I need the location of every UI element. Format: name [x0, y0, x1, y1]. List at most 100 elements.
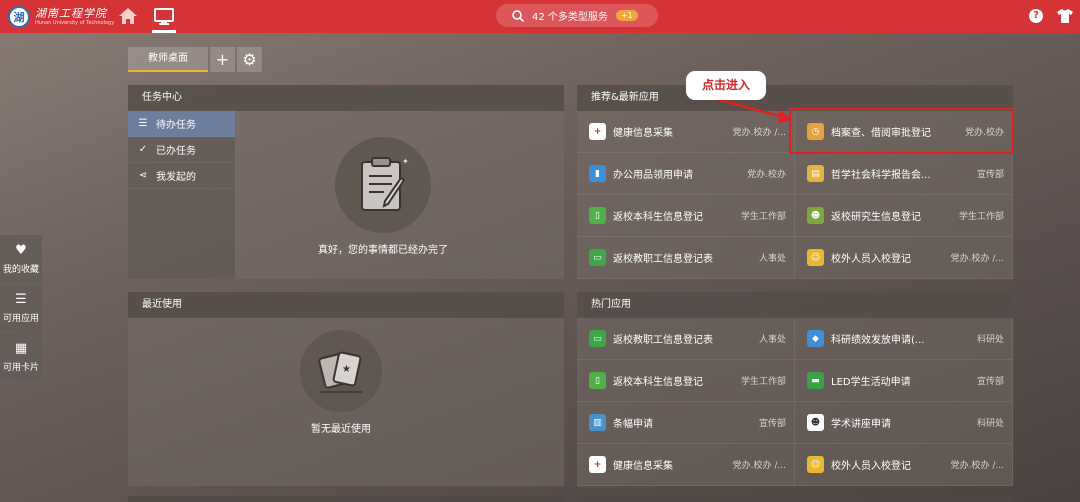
app-name: LED学生活动申请 [831, 377, 911, 388]
app-name: 返校研究生信息登记 [831, 212, 921, 223]
logo-title: 湖南工程学院 [35, 6, 107, 20]
app-tile[interactable]: ▯ 返校本科生信息登记 学生工作部 [577, 360, 795, 402]
app-tile[interactable]: ▤ 哲学社会科学报告会... 宣传部 [795, 153, 1013, 195]
app-department: 科研处 [976, 335, 1004, 345]
app-department: 科研处 [976, 419, 1004, 429]
recent-use-title: 最近使用 [128, 292, 564, 318]
side-item-label: 可用卡片 [2, 363, 39, 373]
app-icon: ▯ [589, 372, 606, 389]
app-tile[interactable]: ▯ 返校本科生信息登记 学生工作部 [577, 195, 795, 237]
task-menu-label: 已办任务 [156, 146, 196, 157]
logo-subtitle: Hunan University of Technology [35, 19, 115, 26]
recent-empty-text: 暂无最近使用 [311, 424, 371, 435]
app-department: 宣传部 [758, 419, 786, 429]
app-icon: ◆ [807, 330, 824, 347]
heart-icon: ♥ [15, 243, 27, 258]
home-icon[interactable] [118, 6, 138, 26]
new-service-badge: +1 [615, 10, 638, 21]
app-name: 办公用品领用申请 [613, 170, 693, 181]
highlight-box [789, 108, 1014, 154]
app-name: 返校教职工信息登记表 [613, 335, 713, 346]
app-tile[interactable]: ◆ 科研绩效发放申请(... 科研处 [795, 318, 1013, 360]
side-quick-menu: ♥ 我的收藏 ☰ 可用应用 ▦ 可用卡片 [0, 235, 42, 382]
app-department: 宣传部 [976, 377, 1004, 387]
hot-apps-panel: 热门应用 ▭ 返校教职工信息登记表 人事处 ◆ 科研绩效发放申请(... 科研处 ▯ 返校本科… [577, 292, 1013, 486]
share-icon: ⋖ [138, 170, 148, 181]
recent-empty-state: ★ 暂无最近使用 [300, 330, 382, 435]
side-item-label: 我的收藏 [2, 265, 39, 275]
add-tab-button[interactable]: + [210, 47, 235, 72]
app-name: 返校本科生信息登记 [613, 377, 703, 388]
next-panel-edge [577, 496, 1013, 502]
check-icon: ✓ [138, 144, 148, 155]
app-tile[interactable]: ☺ 校外人员入校登记 党办.校办 /... [795, 444, 1013, 486]
app-tile[interactable]: ☻ 学术讲座申请 科研处 [795, 402, 1013, 444]
side-available-apps[interactable]: ☰ 可用应用 [0, 284, 42, 332]
app-department: 人事处 [758, 254, 786, 264]
app-name: 校外人员入校登记 [831, 254, 911, 265]
app-icon: ☺ [807, 456, 824, 473]
app-name: 哲学社会科学报告会... [831, 170, 931, 181]
clipboard-icon: ✦ [335, 137, 431, 233]
svg-text:★: ★ [342, 364, 351, 375]
app-tile[interactable]: ▭ 返校教职工信息登记表 人事处 [577, 318, 795, 360]
app-icon: ▥ [589, 414, 606, 431]
app-department: 学生工作部 [740, 377, 786, 387]
desktop-tabs: 教师桌面 + ⚙ [128, 47, 262, 72]
task-menu-label: 我发起的 [156, 172, 196, 183]
app-icon: ☺ [807, 249, 824, 266]
school-logo[interactable]: 湖 湖南工程学院 Hunan University of Technology [8, 5, 115, 28]
app-icon: + [589, 123, 606, 140]
desktop-icon[interactable] [150, 0, 178, 33]
app-department: 党办.校办 /... [950, 254, 1004, 264]
app-icon: ☻ [807, 207, 824, 224]
help-icon[interactable]: ? [1029, 9, 1043, 23]
app-tile[interactable]: ▮ 办公用品领用申请 党办.校办 [577, 153, 795, 195]
app-tile[interactable]: ☺ 校外人员入校登记 党办.校办 /... [795, 237, 1013, 279]
side-favorites[interactable]: ♥ 我的收藏 [0, 235, 42, 283]
app-name: 返校教职工信息登记表 [613, 254, 713, 265]
app-name: 校外人员入校登记 [831, 461, 911, 472]
task-center-title: 任务中心 [128, 85, 564, 111]
task-menu-initiated[interactable]: ⋖ 我发起的 [128, 163, 235, 189]
tab-teacher-desktop[interactable]: 教师桌面 [128, 47, 208, 72]
next-panel-edge [128, 496, 564, 502]
task-menu: ☰ 待办任务 ✓ 已办任务 ⋖ 我发起的 [128, 111, 235, 279]
cards-icon: ★ [300, 330, 382, 412]
app-icon: + [589, 456, 606, 473]
theme-shirt-icon[interactable] [1056, 8, 1074, 24]
side-available-cards[interactable]: ▦ 可用卡片 [0, 333, 42, 381]
app-tile[interactable]: ▥ 条幅申请 宣传部 [577, 402, 795, 444]
list-icon: ☰ [138, 118, 148, 129]
app-name: 条幅申请 [613, 419, 653, 430]
grid-icon: ▦ [14, 341, 28, 356]
app-icon: ☻ [807, 414, 824, 431]
task-menu-pending[interactable]: ☰ 待办任务 [128, 111, 235, 137]
app-icon: ▤ [807, 165, 824, 182]
app-icon: ▬ [807, 372, 824, 389]
app-tile[interactable]: ▭ 返校教职工信息登记表 人事处 [577, 237, 795, 279]
app-tile[interactable]: ☻ 返校研究生信息登记 学生工作部 [795, 195, 1013, 237]
app-tile[interactable]: + 健康信息采集 党办.校办 /... [577, 444, 795, 486]
search-icon [512, 9, 524, 22]
task-menu-label: 待办任务 [156, 120, 196, 131]
app-name: 返校本科生信息登记 [613, 212, 703, 223]
service-search-bar[interactable]: 42 个多类型服务 +1 [496, 4, 658, 27]
app-name: 健康信息采集 [613, 461, 673, 472]
task-center-panel: 任务中心 ☰ 待办任务 ✓ 已办任务 ⋖ 我发起的 ✦ 真好，您的事情都已经办完… [128, 85, 564, 279]
app-department: 党办.校办 /... [732, 461, 786, 471]
app-icon: ▭ [589, 249, 606, 266]
app-department: 党办.校办 [747, 170, 786, 180]
app-department: 宣传部 [976, 170, 1004, 180]
desktop-settings-button[interactable]: ⚙ [237, 47, 262, 72]
hot-apps-title: 热门应用 [577, 292, 1013, 318]
app-tile[interactable]: ▬ LED学生活动申请 宣传部 [795, 360, 1013, 402]
app-icon: ▭ [589, 330, 606, 347]
task-menu-done[interactable]: ✓ 已办任务 [128, 137, 235, 163]
recent-use-panel: 最近使用 ★ 暂无最近使用 [128, 292, 564, 486]
top-navigation-bar: 湖 湖南工程学院 Hunan University of Technology … [0, 0, 1080, 33]
app-department: 党办.校办 /... [950, 461, 1004, 471]
side-item-label: 可用应用 [2, 314, 39, 324]
task-empty-text: 真好，您的事情都已经办完了 [318, 245, 448, 256]
app-icon: ▯ [589, 207, 606, 224]
